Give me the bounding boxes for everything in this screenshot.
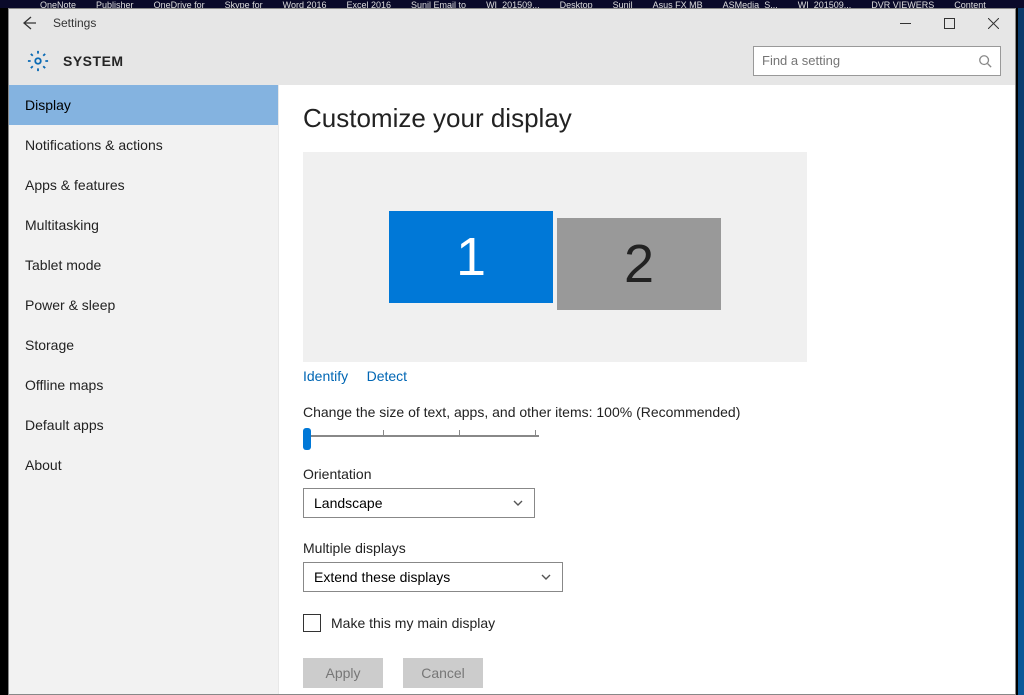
titlebar: Settings bbox=[9, 9, 1015, 37]
sidebar-item-tablet-mode[interactable]: Tablet mode bbox=[9, 245, 278, 285]
header-bar: SYSTEM bbox=[9, 37, 1015, 85]
search-input[interactable] bbox=[762, 53, 978, 68]
minimize-button[interactable] bbox=[883, 9, 927, 37]
sidebar-item-offline-maps[interactable]: Offline maps bbox=[9, 365, 278, 405]
cancel-button[interactable]: Cancel bbox=[403, 658, 483, 688]
back-button[interactable] bbox=[17, 11, 41, 35]
sidebar-item-default-apps[interactable]: Default apps bbox=[9, 405, 278, 445]
identify-link[interactable]: Identify bbox=[303, 368, 348, 384]
chevron-down-icon bbox=[512, 497, 524, 509]
window-controls bbox=[883, 9, 1015, 37]
multiple-displays-label: Multiple displays bbox=[303, 540, 991, 556]
close-button[interactable] bbox=[971, 9, 1015, 37]
sidebar-item-about[interactable]: About bbox=[9, 445, 278, 485]
multiple-displays-dropdown[interactable]: Extend these displays bbox=[303, 562, 563, 592]
chevron-down-icon bbox=[540, 571, 552, 583]
orientation-label: Orientation bbox=[303, 466, 991, 482]
slider-thumb[interactable] bbox=[303, 428, 311, 450]
desktop-right-edge bbox=[1018, 8, 1024, 695]
monitor-1[interactable]: 1 bbox=[389, 211, 553, 303]
header-title: SYSTEM bbox=[63, 53, 124, 69]
display-arrangement-box[interactable]: 1 2 bbox=[303, 152, 807, 362]
search-icon bbox=[978, 54, 992, 68]
maximize-button[interactable] bbox=[927, 9, 971, 37]
sidebar-item-apps-features[interactable]: Apps & features bbox=[9, 165, 278, 205]
main-display-checkbox-label: Make this my main display bbox=[331, 615, 495, 631]
sidebar-item-display[interactable]: Display bbox=[9, 85, 278, 125]
monitor-2[interactable]: 2 bbox=[557, 218, 721, 310]
apply-button[interactable]: Apply bbox=[303, 658, 383, 688]
scale-slider[interactable] bbox=[303, 426, 539, 446]
settings-window: Settings SYSTEM Display bbox=[8, 8, 1016, 695]
content-pane: Customize your display 1 2 Identify Dete… bbox=[279, 85, 1015, 694]
sidebar-item-multitasking[interactable]: Multitasking bbox=[9, 205, 278, 245]
desktop-taskbar-top: OneNotePublisherOneDrive for Skype forWo… bbox=[0, 0, 1024, 8]
orientation-value: Landscape bbox=[314, 495, 383, 511]
sidebar-item-notifications[interactable]: Notifications & actions bbox=[9, 125, 278, 165]
sidebar-item-power-sleep[interactable]: Power & sleep bbox=[9, 285, 278, 325]
scale-label: Change the size of text, apps, and other… bbox=[303, 404, 991, 420]
window-title: Settings bbox=[53, 16, 96, 30]
orientation-dropdown[interactable]: Landscape bbox=[303, 488, 535, 518]
detect-link[interactable]: Detect bbox=[367, 368, 407, 384]
main-display-checkbox[interactable] bbox=[303, 614, 321, 632]
sidebar-item-storage[interactable]: Storage bbox=[9, 325, 278, 365]
sidebar: Display Notifications & actions Apps & f… bbox=[9, 85, 279, 694]
search-box[interactable] bbox=[753, 46, 1001, 76]
page-title: Customize your display bbox=[303, 103, 991, 134]
multiple-displays-value: Extend these displays bbox=[314, 569, 450, 585]
gear-icon bbox=[27, 50, 49, 72]
